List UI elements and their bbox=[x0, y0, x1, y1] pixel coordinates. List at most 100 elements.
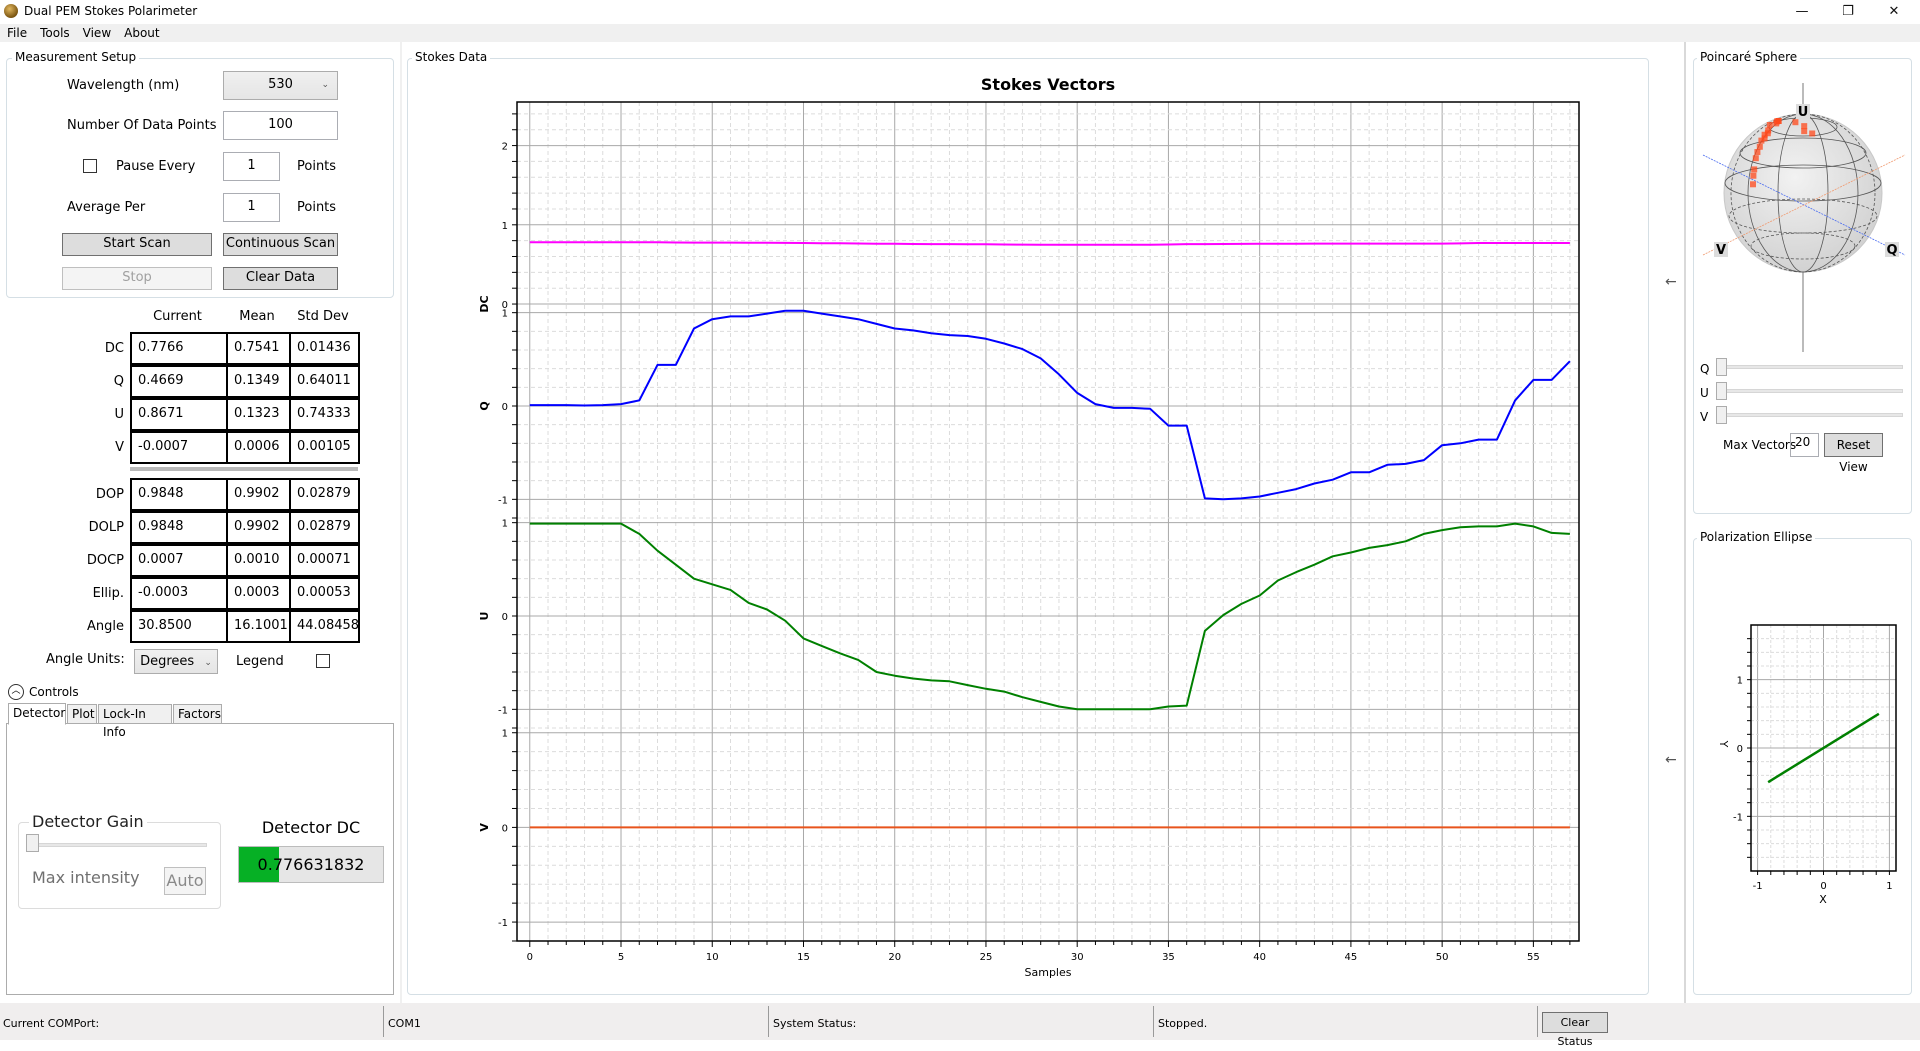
collapse-poincare-arrow-icon[interactable]: ← bbox=[1665, 274, 1677, 290]
tab-factors[interactable]: Factors bbox=[173, 704, 222, 724]
x-tick-label: 20 bbox=[888, 952, 901, 963]
x-tick-label: 0 bbox=[1820, 881, 1826, 892]
collapse-ellipse-arrow-icon[interactable]: ← bbox=[1665, 752, 1677, 768]
stokes-row-label: V bbox=[115, 440, 124, 455]
poincare-point bbox=[1756, 143, 1763, 150]
y-tick-label: 0 bbox=[502, 823, 508, 834]
poincare-point bbox=[1792, 119, 1799, 126]
stokes-cell: 0.1323 bbox=[226, 398, 292, 431]
v-axis-label: V bbox=[1716, 243, 1726, 258]
derived-cell: 0.9848 bbox=[130, 511, 229, 544]
menu-about[interactable]: About bbox=[117, 24, 165, 42]
derived-cell: 0.0010 bbox=[226, 544, 292, 577]
slider-thumb-q[interactable] bbox=[1716, 358, 1727, 376]
menu-view[interactable]: View bbox=[76, 24, 117, 42]
pause-every-unit: Points bbox=[297, 159, 337, 174]
derived-cell: 0.9902 bbox=[226, 478, 292, 511]
window-title: Dual PEM Stokes Polarimeter bbox=[24, 4, 198, 18]
pause-every-checkbox[interactable] bbox=[83, 159, 97, 173]
poincare-point bbox=[1809, 130, 1816, 137]
max-vectors-input[interactable]: 20 bbox=[1790, 433, 1819, 457]
x-tick-label: 10 bbox=[706, 952, 719, 963]
minimize-button[interactable]: — bbox=[1780, 0, 1824, 22]
auto-button[interactable]: Auto bbox=[164, 867, 206, 895]
start-scan-button[interactable]: Start Scan bbox=[62, 233, 212, 256]
average-per-input[interactable]: 1 bbox=[223, 193, 280, 222]
stokes-cell: 0.4669 bbox=[130, 365, 229, 398]
clear-status-button[interactable]: Clear Status bbox=[1542, 1012, 1608, 1048]
tab-detector[interactable]: Detector bbox=[8, 703, 66, 725]
derived-row-label: DOP bbox=[95, 487, 124, 502]
reset-view-button[interactable]: Reset View bbox=[1824, 433, 1883, 474]
stokes-cell: 0.0006 bbox=[226, 431, 292, 464]
stop-button[interactable]: Stop bbox=[62, 267, 212, 290]
poincare-point bbox=[1801, 128, 1808, 135]
stokes-cell: 0.74333 bbox=[289, 398, 360, 431]
y-tick-label: 0 bbox=[1737, 744, 1743, 755]
wavelength-value: 530 bbox=[268, 77, 293, 92]
status-separator bbox=[383, 1006, 384, 1037]
slider-thumb-u[interactable] bbox=[1716, 382, 1727, 400]
x-tick-label: 40 bbox=[1253, 952, 1266, 963]
slider-label-q: Q bbox=[1700, 362, 1710, 376]
continuous-scan-button[interactable]: Continuous Scan bbox=[223, 233, 338, 256]
angle-units-label: Angle Units: bbox=[46, 652, 125, 667]
stokes-vectors-chart[interactable]: Stokes Vectors 012DC-101Q-101U-101V0 5 10 1… bbox=[407, 60, 1649, 990]
splitter-left[interactable] bbox=[400, 42, 402, 1003]
slider-thumb-v[interactable] bbox=[1716, 406, 1727, 424]
derived-cell: 0.00071 bbox=[289, 544, 360, 577]
y-tick-label: 1 bbox=[502, 729, 508, 740]
tab-lock-in-info[interactable]: Lock-In Info bbox=[98, 704, 172, 739]
legend-checkbox[interactable] bbox=[316, 654, 330, 668]
table-divider bbox=[130, 467, 358, 471]
derived-cell: 0.0003 bbox=[226, 577, 292, 610]
angle-units-select[interactable]: Degrees ⌄ bbox=[134, 649, 218, 674]
close-button[interactable]: ✕ bbox=[1872, 0, 1916, 22]
x-axis-label: Samples bbox=[1025, 966, 1072, 979]
data-points-input[interactable]: 100 bbox=[223, 111, 338, 140]
max-intensity-label: Max intensity bbox=[32, 868, 140, 887]
polarization-ellipse-chart[interactable]: -1 0 1 -1 0 1 X Y bbox=[1705, 610, 1905, 915]
polarization-ellipse-title: Polarization Ellipse bbox=[1697, 530, 1816, 544]
poincare-point bbox=[1766, 122, 1773, 128]
menu-file[interactable]: File bbox=[0, 24, 33, 42]
menu-tools[interactable]: Tools bbox=[33, 24, 76, 42]
slider-v[interactable] bbox=[1718, 413, 1903, 417]
com-port-value: COM1 bbox=[388, 1017, 421, 1030]
wavelength-select[interactable]: 530 ⌄ bbox=[223, 71, 338, 100]
data-points-label: Number Of Data Points bbox=[67, 118, 217, 133]
slider-q[interactable] bbox=[1718, 365, 1903, 369]
detector-dc-value: 0.776631832 bbox=[257, 855, 365, 874]
com-port-label: Current COMPort: bbox=[3, 1017, 100, 1030]
controls-title: Controls bbox=[29, 685, 79, 699]
stokes-row-label: Q bbox=[113, 374, 124, 389]
poincare-sphere-view[interactable]: U V Q bbox=[1695, 70, 1910, 360]
restore-button[interactable]: ❐ bbox=[1826, 0, 1870, 22]
derived-cell: 0.02879 bbox=[289, 478, 360, 511]
x-tick-label: 0 bbox=[527, 952, 533, 963]
derived-cell: 0.0007 bbox=[130, 544, 229, 577]
legend-label: Legend bbox=[236, 654, 284, 669]
wavelength-label: Wavelength (nm) bbox=[67, 78, 180, 93]
pause-every-input[interactable]: 1 bbox=[223, 152, 280, 181]
clear-data-button[interactable]: Clear Data bbox=[223, 267, 338, 290]
poincare-point bbox=[1752, 155, 1759, 162]
y-tick-label: 1 bbox=[502, 519, 508, 530]
system-status-value: Stopped. bbox=[1158, 1017, 1208, 1030]
stokes-row-label: U bbox=[114, 407, 124, 422]
x-tick-label: 1 bbox=[1886, 881, 1892, 892]
slider-u[interactable] bbox=[1718, 389, 1903, 393]
collapse-controls-icon[interactable]: ︿ bbox=[8, 684, 24, 700]
chevron-down-icon: ⌄ bbox=[204, 658, 212, 668]
detector-gain-slider[interactable] bbox=[27, 843, 207, 847]
tab-plot[interactable]: Plot bbox=[67, 704, 97, 724]
splitter-right[interactable] bbox=[1684, 42, 1686, 1003]
col-header-std-dev: Std Dev bbox=[297, 309, 349, 324]
y-tick-label: -1 bbox=[498, 495, 508, 506]
detector-gain-slider-thumb[interactable] bbox=[26, 834, 39, 852]
poincare-point bbox=[1750, 181, 1756, 188]
stokes-cell: 0.1349 bbox=[226, 365, 292, 398]
x-tick-label: 35 bbox=[1162, 952, 1175, 963]
stokes-cell: -0.0007 bbox=[130, 431, 229, 464]
y-axis-label-dc: DC bbox=[478, 295, 491, 312]
